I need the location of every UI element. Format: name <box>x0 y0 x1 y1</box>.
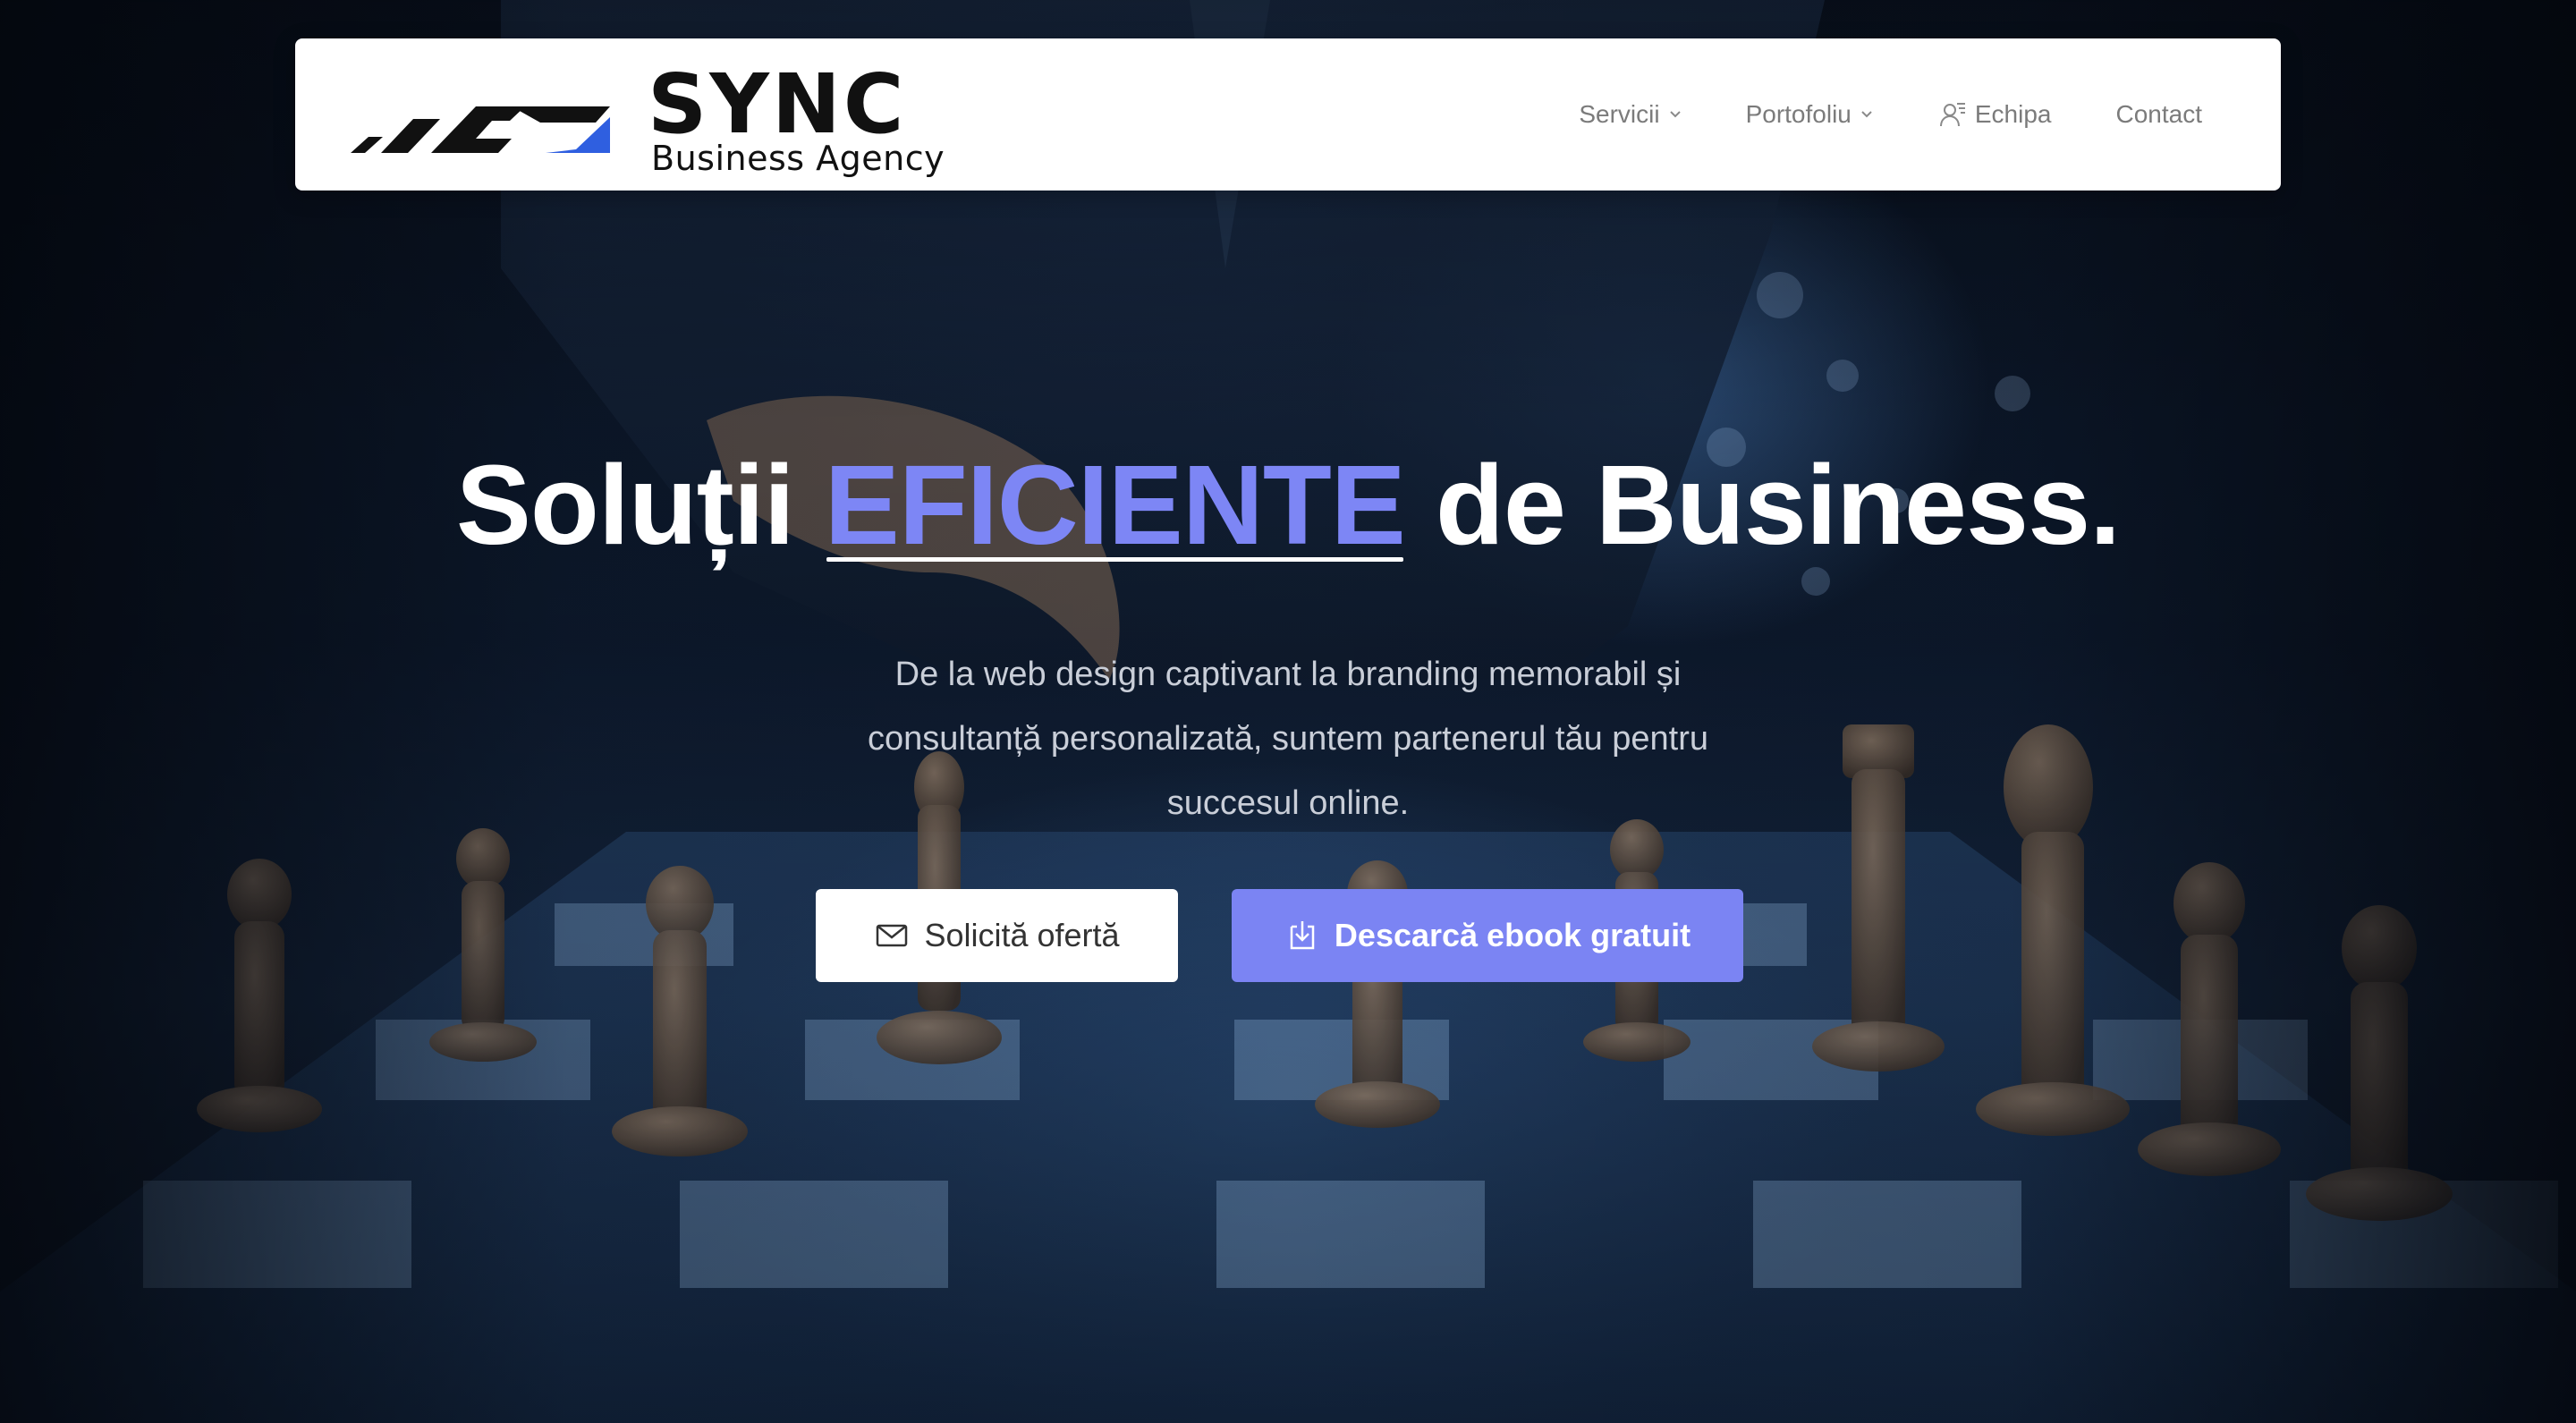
request-offer-label: Solicită ofertă <box>924 917 1120 953</box>
sync-logo-mark-icon <box>351 106 610 153</box>
nav-item-label: Contact <box>2115 100 2203 128</box>
headline-accent-word: EFICIENTE <box>825 438 1406 572</box>
hero-headline: Soluții EFICIENTE de Business. <box>0 438 2576 572</box>
chevron-down-icon <box>1861 111 1872 118</box>
mail-icon <box>877 924 908 947</box>
download-ebook-label: Descarcă ebook gratuit <box>1334 917 1691 953</box>
hero-section: SYNC Business Agency Servicii Portofoliu <box>0 0 2576 1423</box>
team-user-icon <box>1939 103 1965 127</box>
headline-end: de Business. <box>1435 442 2121 568</box>
nav-item-echipa[interactable]: Echipa <box>1937 99 2052 130</box>
main-navigation: Servicii Portofoliu Echipa Contact <box>1579 38 2202 191</box>
brand-name: SYNC <box>648 56 907 152</box>
hero-subtext: De la web design captivant la branding m… <box>867 656 1709 822</box>
brand-logo[interactable]: SYNC Business Agency <box>342 56 986 176</box>
nav-item-label: Echipa <box>1974 100 2052 128</box>
download-ebook-button[interactable]: Descarcă ebook gratuit <box>1232 889 1743 982</box>
site-header: SYNC Business Agency Servicii Portofoliu <box>295 38 2281 191</box>
nav-item-servicii[interactable]: Servicii <box>1579 100 1681 129</box>
nav-item-label: Portofoliu <box>1745 100 1852 128</box>
nav-item-contact[interactable]: Contact <box>2116 100 2203 129</box>
brand-tagline: Business Agency <box>651 139 945 178</box>
nav-item-portofoliu[interactable]: Portofoliu <box>1746 100 1873 129</box>
nav-item-label: Servicii <box>1579 100 1660 128</box>
download-icon <box>1290 921 1315 950</box>
request-offer-button[interactable]: Solicită ofertă <box>816 889 1178 982</box>
headline-start: Soluții <box>455 442 795 568</box>
chevron-down-icon <box>1669 111 1681 118</box>
